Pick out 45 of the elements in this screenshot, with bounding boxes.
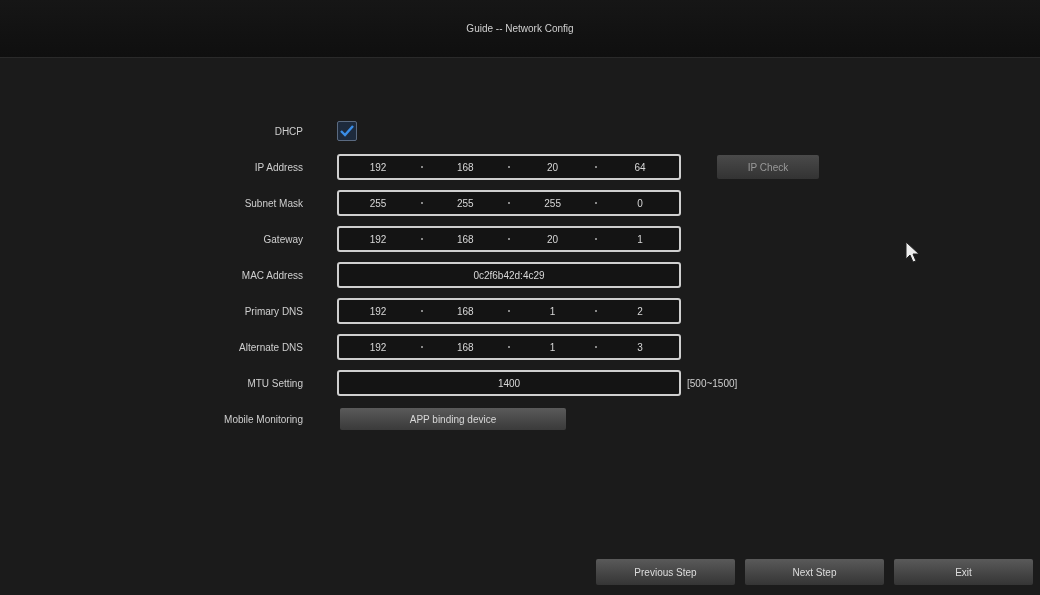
octet-text: 2	[636, 304, 644, 319]
window-title: Guide -- Network Config	[466, 22, 574, 36]
octet-text: 64	[633, 160, 647, 175]
octet-text: 192	[368, 340, 388, 355]
ip-address-field[interactable]: 192 168 1 3	[337, 334, 681, 360]
octet-text: 168	[455, 304, 475, 319]
octet-text: 192	[368, 232, 388, 247]
mouse-cursor-icon	[905, 241, 921, 263]
octet-text: 192	[368, 304, 388, 319]
field-label: MTU Setting	[246, 376, 303, 391]
octet-text: 1	[636, 232, 644, 247]
field-label: Primary DNS	[243, 304, 303, 319]
ip-address-field[interactable]: 192 168 20 1	[337, 226, 681, 252]
app-binding-button[interactable]: APP binding device	[340, 408, 566, 430]
dhcp-checkbox[interactable]	[337, 121, 357, 141]
text-field[interactable]: 0c2f6b42d:4c29	[337, 262, 681, 288]
octet-text: 192	[368, 160, 388, 175]
footer-button[interactable]: Previous Step	[596, 559, 735, 585]
octet-text: 255	[455, 196, 475, 211]
octet-text: 20	[546, 232, 560, 247]
field-label: Subnet Mask	[243, 196, 303, 211]
octet-text: 20	[546, 160, 560, 175]
octet-text: 3	[636, 340, 644, 355]
octet-text: 168	[455, 340, 475, 355]
octet-text: 255	[368, 196, 388, 211]
octet-text: 168	[455, 160, 475, 175]
field-label: Mobile Monitoring	[223, 412, 303, 427]
octet-text: 1	[548, 340, 557, 355]
ip-address-field[interactable]: 192 168 1 2	[337, 298, 681, 324]
range-hint: [500~1500]	[687, 376, 738, 391]
ip-address-field[interactable]: 255 255 255 0	[337, 190, 681, 216]
checkmark-icon	[340, 125, 354, 137]
field-label: Gateway	[262, 232, 303, 247]
octet-text: 255	[543, 196, 562, 211]
octet-text: 168	[455, 232, 475, 247]
field-label: IP Address	[253, 160, 303, 175]
footer-button[interactable]: Next Step	[745, 559, 884, 585]
octet-text: 0	[636, 196, 644, 211]
field-label: MAC Address	[240, 268, 303, 283]
field-label: DHCP	[273, 124, 303, 139]
field-label: Alternate DNS	[238, 340, 303, 355]
text-field[interactable]: 1400	[337, 370, 681, 396]
footer-button[interactable]: Exit	[894, 559, 1033, 585]
octet-text: 1	[548, 304, 557, 319]
ip-address-field[interactable]: 192 168 20 64	[337, 154, 681, 180]
